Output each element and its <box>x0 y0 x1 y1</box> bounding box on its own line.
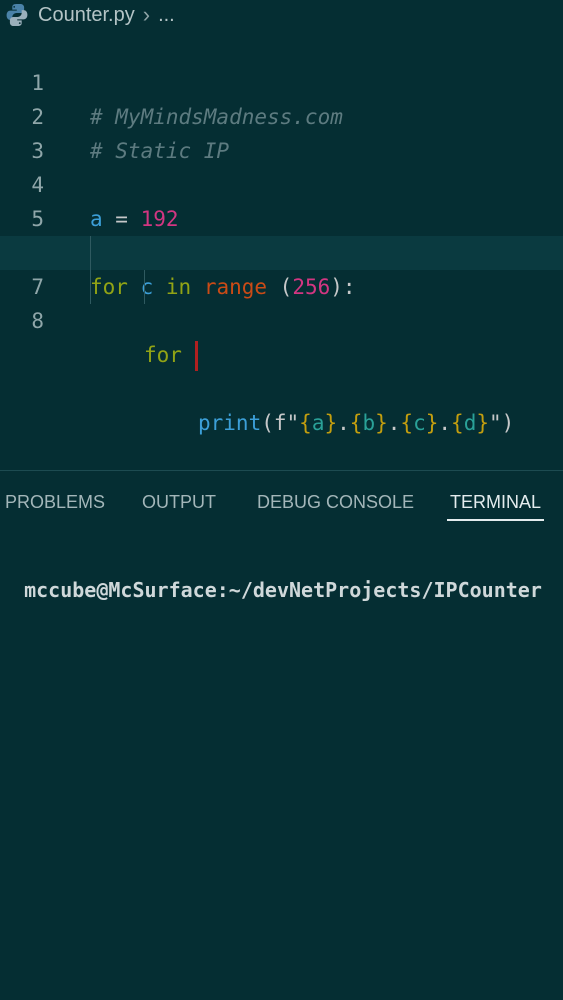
code-string: . <box>337 411 350 435</box>
code-line: 2 # Static IP <box>0 66 563 163</box>
code-line: 3 <box>0 100 563 163</box>
tab-terminal[interactable]: TERMINAL <box>450 492 541 513</box>
code-interp-var: a <box>311 411 325 435</box>
indent-guide <box>144 270 145 304</box>
code-brace: } <box>324 411 338 435</box>
panel-tabs: PROBLEMS OUTPUT DEBUG CONSOLE TERMINAL <box>0 480 563 526</box>
python-icon <box>4 2 30 28</box>
code-string: f" <box>273 411 300 435</box>
text-cursor <box>194 341 198 371</box>
chevron-right-icon: › <box>142 2 151 27</box>
code-text: for <box>144 338 198 372</box>
code-brace: } <box>476 411 490 435</box>
code-line: 5 b = 168 <box>0 168 563 265</box>
breadcrumb: Counter.py › ... <box>0 0 563 30</box>
code-brace: { <box>349 411 363 435</box>
indent-guide <box>90 236 91 270</box>
code-interp-var: d <box>463 411 477 435</box>
breadcrumb-more[interactable]: ... <box>158 4 175 27</box>
code-interp-var: c <box>413 411 426 435</box>
code-text: print(f"{a}.{b}.{c}.{d}") <box>198 406 514 440</box>
code-brace: { <box>400 411 414 435</box>
breadcrumb-file[interactable]: Counter.py <box>38 4 135 27</box>
tab-debug-console[interactable]: DEBUG CONSOLE <box>257 492 414 513</box>
code-line: 1 # MyMindsMadness.com <box>0 32 563 129</box>
code-punctuation: ( <box>261 411 274 435</box>
active-tab-indicator <box>447 519 544 521</box>
code-line: 6 for c in range (256): <box>0 202 563 299</box>
code-function-call: print <box>198 411 262 435</box>
indent-guide <box>90 270 91 304</box>
code-line: 8 print(f"{a}.{b}.{c}.{d}") <box>0 270 563 435</box>
code-interp-var: b <box>362 411 376 435</box>
code-string: ") <box>489 411 515 435</box>
code-brace: } <box>425 411 439 435</box>
terminal-prompt: mccube@McSurface:~/devNetProjects/IPCoun… <box>24 578 542 602</box>
code-string: . <box>438 411 452 435</box>
code-brace: } <box>375 411 388 435</box>
code-line: 4 a = 192 <box>0 134 563 231</box>
code-line-active: 7 for <box>0 236 563 371</box>
code-string: . <box>387 411 401 435</box>
code-brace: { <box>451 411 464 435</box>
terminal[interactable]: mccube@McSurface:~/devNetProjects/IPCoun… <box>0 554 563 602</box>
code-brace: { <box>299 411 312 435</box>
code-editor[interactable]: 1 # MyMindsMadness.com 2 # Static IP 3 4… <box>0 32 563 462</box>
code-keyword: for <box>144 343 182 367</box>
tab-output[interactable]: OUTPUT <box>142 492 216 513</box>
tab-problems[interactable]: PROBLEMS <box>5 492 105 513</box>
line-number: 8 <box>31 309 44 333</box>
panel-divider[interactable] <box>0 470 563 471</box>
